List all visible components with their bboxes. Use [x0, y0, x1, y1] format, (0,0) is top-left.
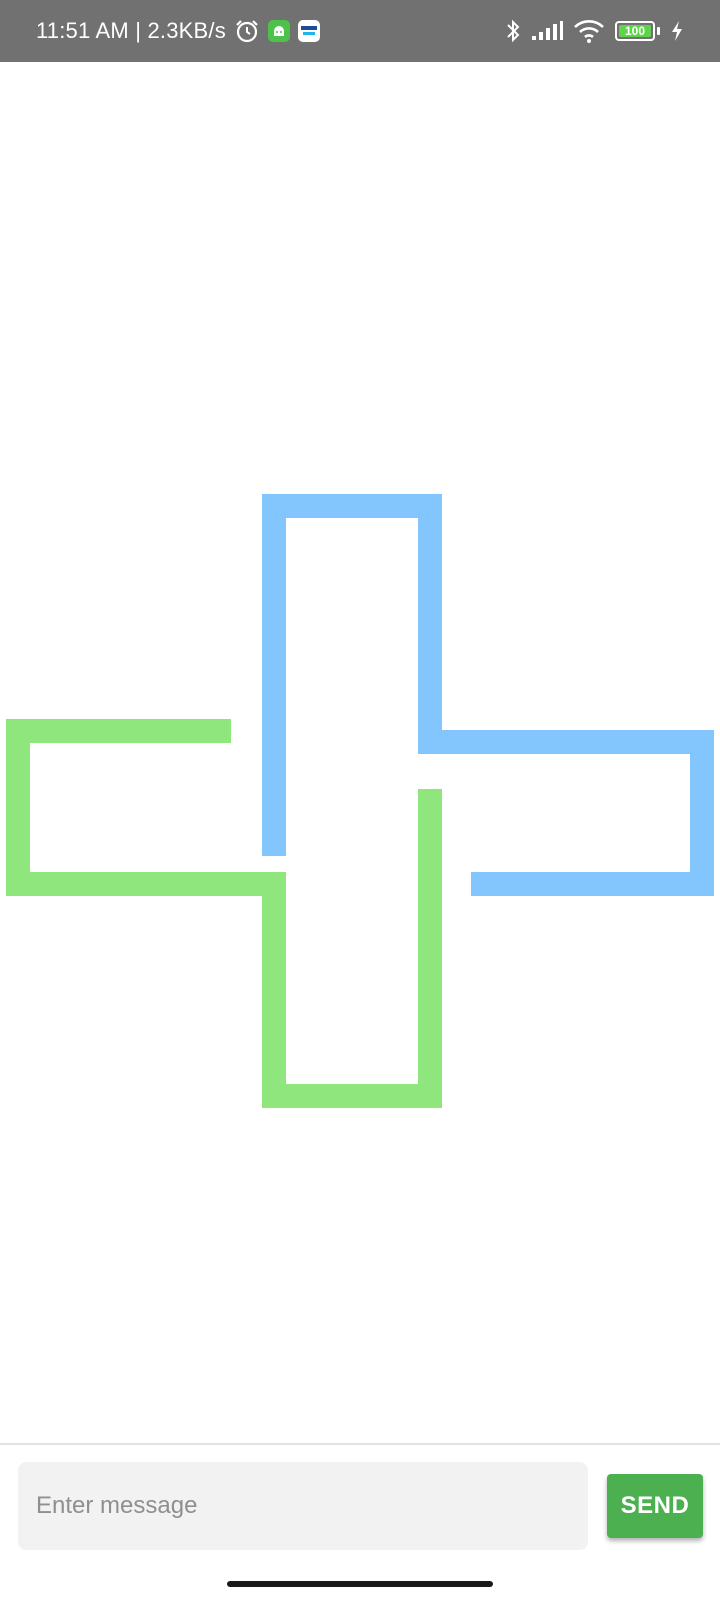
- battery-cap: [657, 27, 660, 35]
- wifi-icon: [573, 19, 605, 43]
- status-left-group: 11:51 AM | 2.3KB/s: [36, 0, 320, 62]
- bluetooth-icon: [505, 18, 521, 44]
- status-bar: 11:51 AM | 2.3KB/s 100: [0, 0, 720, 62]
- battery-icon: 100: [615, 21, 655, 41]
- message-input[interactable]: [18, 1462, 588, 1550]
- signal-icon: [531, 21, 563, 41]
- paytm-app-icon: [297, 20, 320, 42]
- green-stroke-path: [6, 719, 442, 1108]
- composer-divider: [0, 1443, 720, 1445]
- home-indicator[interactable]: [227, 1581, 493, 1587]
- send-button[interactable]: SEND: [607, 1474, 703, 1538]
- battery-level: 100: [624, 24, 646, 38]
- blue-stroke-path: [262, 494, 714, 896]
- drawing-canvas[interactable]: [0, 62, 720, 1444]
- status-time: 11:51 AM | 2.3KB/s: [36, 18, 226, 43]
- charging-icon: [670, 20, 684, 42]
- android-app-icon: [267, 20, 290, 42]
- status-right-group: 100: [505, 0, 684, 62]
- alarm-icon: [234, 18, 260, 44]
